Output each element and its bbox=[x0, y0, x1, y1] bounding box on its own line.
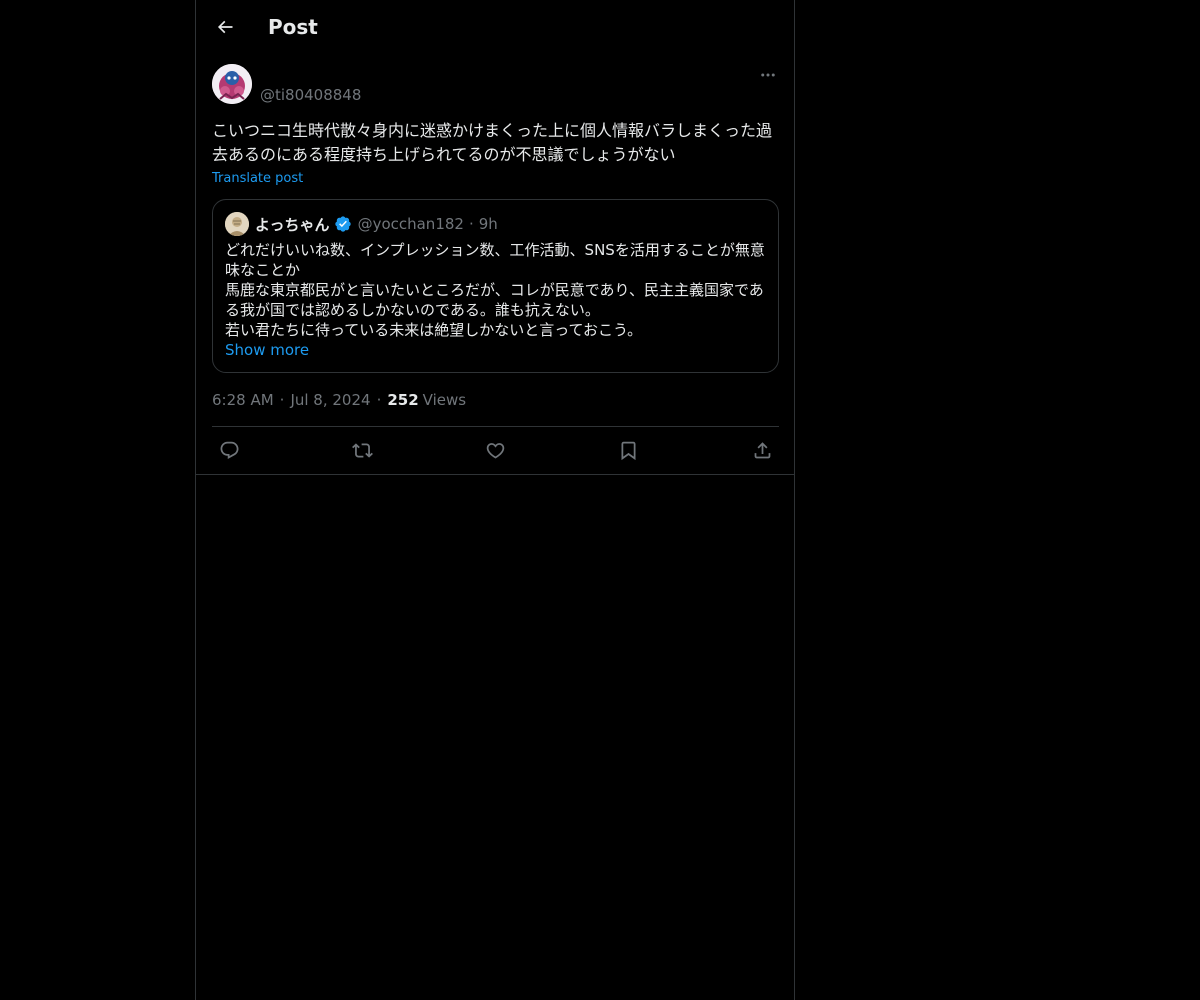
quote-text: どれだけいいね数、インプレッション数、工作活動、SNSを活用することが無意味なこ… bbox=[225, 240, 770, 340]
like-button[interactable] bbox=[479, 433, 513, 467]
views-label: Views bbox=[422, 391, 467, 409]
reply-button[interactable] bbox=[212, 433, 246, 467]
post-meta: 6:28 AM · Jul 8, 2024 · 252 Views bbox=[212, 390, 466, 410]
quote-avatar-image bbox=[225, 212, 249, 236]
post-text: こいつニコ生時代散々身内に迷惑かけまくった上に個人情報バラしまくった過去あるのに… bbox=[212, 121, 773, 164]
avatar[interactable] bbox=[212, 64, 252, 104]
heart-icon bbox=[486, 442, 505, 459]
quote-line: 若い君たちに待っている未来は絶望しかないと言っておこう。 bbox=[225, 321, 643, 339]
quoted-post[interactable]: よっちゃん @yocchan182 · 9h どれだけいいね数、インプレッション… bbox=[212, 199, 779, 373]
views-count: 252 bbox=[387, 391, 419, 409]
page-header: Post bbox=[196, 0, 794, 54]
avatar-image bbox=[212, 64, 252, 104]
quote-avatar bbox=[225, 212, 249, 236]
share-icon bbox=[754, 441, 770, 458]
show-more-link[interactable]: Show more bbox=[225, 340, 309, 360]
back-button[interactable] bbox=[208, 9, 242, 45]
page-title: Post bbox=[268, 15, 318, 39]
quote-timestamp: 9h bbox=[478, 215, 498, 233]
bookmark-button[interactable] bbox=[612, 433, 646, 467]
quote-line: どれだけいいね数、インプレッション数、工作活動、SNSを活用することが無意味なこ… bbox=[225, 241, 765, 279]
post-column: Post @ti80408848 こいつニコ生時代散々身内に迷惑かけまくった上に… bbox=[195, 0, 795, 1000]
more-options-button[interactable] bbox=[754, 63, 782, 87]
repost-button[interactable] bbox=[345, 433, 379, 467]
bookmark-icon bbox=[621, 441, 636, 460]
reply-icon bbox=[220, 441, 238, 459]
share-button[interactable] bbox=[745, 433, 779, 467]
divider bbox=[196, 474, 794, 475]
post-date[interactable]: Jul 8, 2024 bbox=[290, 391, 370, 409]
divider bbox=[212, 426, 779, 427]
meta-separator: · bbox=[279, 391, 285, 409]
quote-author-name: よっちゃん bbox=[255, 215, 330, 234]
arrow-left-icon bbox=[217, 20, 233, 34]
quote-author-handle: @yocchan182 bbox=[357, 215, 464, 233]
verified-badge-icon bbox=[334, 216, 351, 232]
translate-post-link[interactable]: Translate post bbox=[212, 170, 303, 188]
action-bar bbox=[212, 433, 779, 467]
meta-separator: · bbox=[376, 391, 382, 409]
quote-line: 馬鹿な東京都民がと言いたいところだが、コレが民意であり、民主主義国家である我が国… bbox=[225, 281, 764, 319]
post-time[interactable]: 6:28 AM bbox=[212, 391, 274, 409]
quote-separator: · bbox=[468, 215, 474, 233]
repost-icon bbox=[351, 442, 373, 458]
more-icon bbox=[761, 73, 775, 77]
author-handle[interactable]: @ti80408848 bbox=[260, 85, 361, 105]
quote-header: よっちゃん @yocchan182 · 9h bbox=[255, 214, 498, 234]
